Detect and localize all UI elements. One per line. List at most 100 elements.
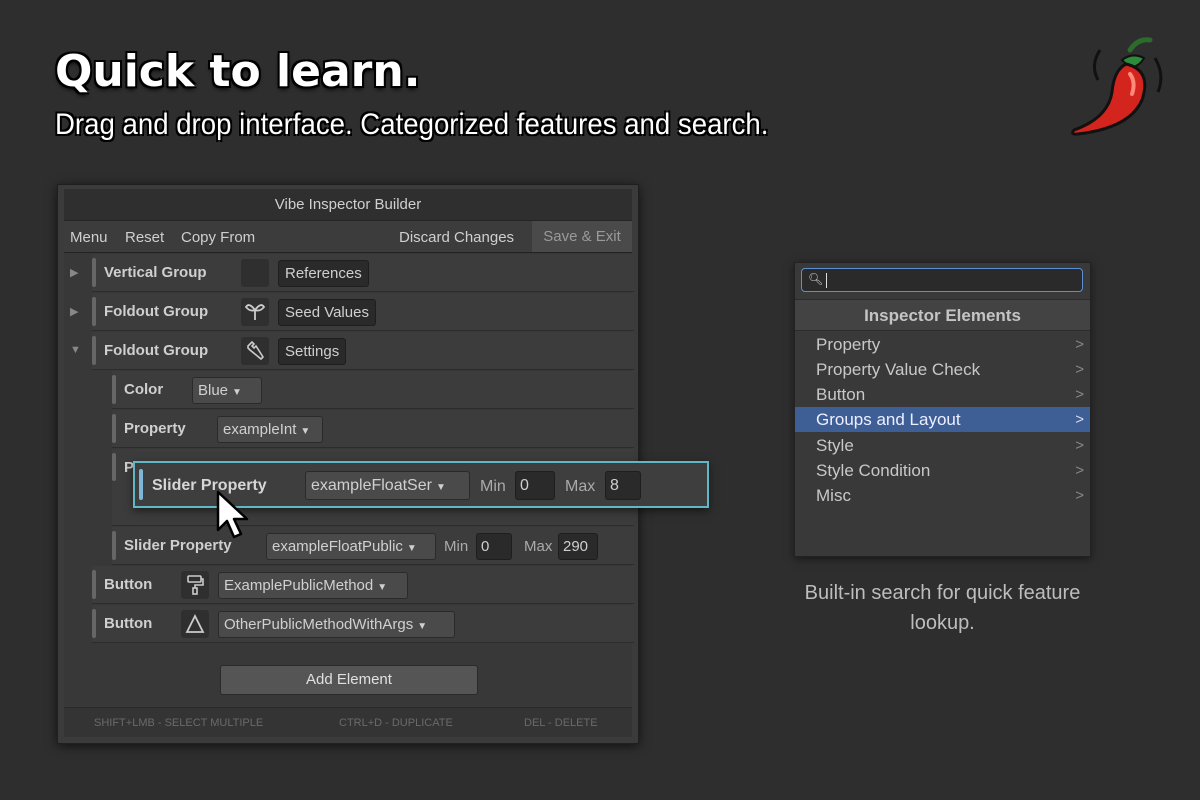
element-row-button[interactable]: Button OtherPublicMethodWithArgs ▼ [92,605,634,643]
drag-handle[interactable] [92,297,96,326]
empty-icon[interactable] [241,259,269,287]
min-input[interactable]: 0 [476,533,512,560]
element-row-vertical-group[interactable]: ▶ Vertical Group References [70,254,634,292]
shortcut-hints: SHIFT+LMB - SELECT MULTIPLE CTRL+D - DUP… [64,707,632,737]
drag-handle[interactable] [92,609,96,638]
item-label: Style Condition [816,461,931,480]
slider-property-dropdown[interactable]: exampleFloatSer ▼ [305,471,470,500]
save-exit-button[interactable]: Save & Exit [532,221,632,252]
element-type-label: Color [124,381,164,398]
search-popup: 🔍︎ Inspector Elements Property > Property… [794,262,1091,557]
reset-button[interactable]: Reset [125,229,164,246]
item-label: Groups and Layout [816,410,961,429]
shortcut-delete: DEL - DELETE [524,717,598,729]
max-label: Max [524,538,553,555]
drag-handle[interactable] [92,570,96,599]
discard-changes-button[interactable]: Discard Changes [399,229,514,246]
group-name-button[interactable]: Seed Values [278,299,376,326]
item-label: Button [816,385,866,404]
search-item-style[interactable]: Style > [795,433,1090,458]
drag-handle[interactable] [92,258,96,287]
wrench-icon[interactable] [241,337,269,365]
property-dropdown[interactable]: exampleInt ▼ [217,416,323,443]
max-input[interactable]: 8 [605,471,641,500]
element-row-property[interactable]: Property exampleInt ▼ [112,410,634,448]
element-type-label: Vertical Group [104,264,207,281]
method-dropdown[interactable]: ExamplePublicMethod ▼ [218,572,408,599]
add-element-button[interactable]: Add Element [220,665,478,695]
search-item-style-condition[interactable]: Style Condition > [795,458,1090,483]
element-type-label: Property [124,420,186,437]
drag-handle[interactable] [112,375,116,404]
chevron-right-icon: > [1075,386,1084,403]
search-item-groups-and-layout[interactable]: Groups and Layout > [795,407,1090,432]
search-item-button[interactable]: Button > [795,382,1090,407]
chevron-right-icon: > [1075,462,1084,479]
dropdown-value: OtherPublicMethodWithArgs [224,616,414,633]
chevron-right-icon: > [1075,336,1084,353]
drag-handle[interactable] [112,453,116,481]
dropdown-caret-icon: ▼ [406,543,417,554]
expand-arrow-icon[interactable]: ▶ [70,266,78,279]
drag-handle[interactable] [112,531,116,560]
hero-subtitle: Drag and drop interface. Categorized fea… [55,108,769,141]
paint-roller-icon[interactable] [181,571,209,599]
element-row-foldout-group-expanded[interactable]: ▼ Foldout Group Settings [70,332,634,370]
menu-button[interactable]: Menu [70,229,108,246]
item-label: Misc [816,486,851,505]
element-row-button[interactable]: Button ExamplePublicMethod ▼ [92,566,634,604]
method-dropdown[interactable]: OtherPublicMethodWithArgs ▼ [218,611,455,638]
dropdown-value: Blue [198,382,229,399]
copy-from-button[interactable]: Copy From [181,229,255,246]
group-name-button[interactable]: References [278,260,369,287]
chili-pepper-logo-icon [1071,37,1163,136]
chevron-right-icon: > [1075,487,1084,504]
triangle-icon[interactable] [181,610,209,638]
drag-handle[interactable] [112,414,116,443]
element-type-label: Foldout Group [104,303,209,320]
max-input[interactable]: 290 [558,533,598,560]
search-item-property-value-check[interactable]: Property Value Check > [795,357,1090,382]
search-category-header: Inspector Elements [795,299,1090,331]
drag-handle[interactable] [92,336,96,365]
dropdown-value: exampleFloatPublic [272,538,403,555]
color-dropdown[interactable]: Blue ▼ [192,377,262,404]
drag-handle[interactable] [139,469,143,500]
chevron-right-icon: > [1075,437,1084,454]
min-label: Min [444,538,469,555]
chevron-right-icon: > [1075,411,1084,428]
element-row-foldout-group[interactable]: ▶ Foldout Group Seed Values [70,293,634,331]
slider-property-dropdown[interactable]: exampleFloatPublic ▼ [266,533,436,560]
element-type-label: Foldout Group [104,342,209,359]
item-label: Property [816,335,881,354]
collapse-arrow-icon[interactable]: ▼ [70,344,81,356]
dropdown-value: exampleInt [223,421,297,438]
text-caret [826,273,827,288]
min-label: Min [480,478,506,495]
search-item-misc[interactable]: Misc > [795,483,1090,508]
toolbar: Menu Reset Copy From Discard Changes Sav… [64,221,632,253]
min-input[interactable]: 0 [515,471,555,500]
element-row-color[interactable]: Color Blue ▼ [112,371,634,409]
search-input[interactable]: 🔍︎ [801,268,1083,292]
dropdown-caret-icon: ▼ [300,426,311,437]
window-title: Vibe Inspector Builder [64,189,632,221]
element-type-label: Button [104,576,153,593]
dropdown-caret-icon: ▼ [232,387,242,398]
dropdown-value: ExamplePublicMethod [224,577,374,594]
chevron-right-icon: > [1075,361,1084,378]
expand-arrow-icon[interactable]: ▶ [70,305,78,318]
dropdown-caret-icon: ▼ [377,582,388,593]
sprout-icon[interactable] [241,298,269,326]
group-name-button[interactable]: Settings [278,338,347,365]
shortcut-select-multiple: SHIFT+LMB - SELECT MULTIPLE [94,717,264,729]
search-item-property[interactable]: Property > [795,332,1090,357]
search-caption: Built-in search for quick feature lookup… [804,582,1081,634]
element-row-slider-property[interactable]: Slider Property exampleFloatPublic ▼ Min … [112,527,634,565]
dropdown-caret-icon: ▼ [435,482,446,493]
mouse-pointer-icon [216,490,249,539]
hero-title: Quick to learn. [55,46,421,97]
dropdown-caret-icon: ▼ [417,621,428,632]
shortcut-duplicate: CTRL+D - DUPLICATE [339,717,453,729]
search-icon: 🔍︎ [808,272,824,286]
